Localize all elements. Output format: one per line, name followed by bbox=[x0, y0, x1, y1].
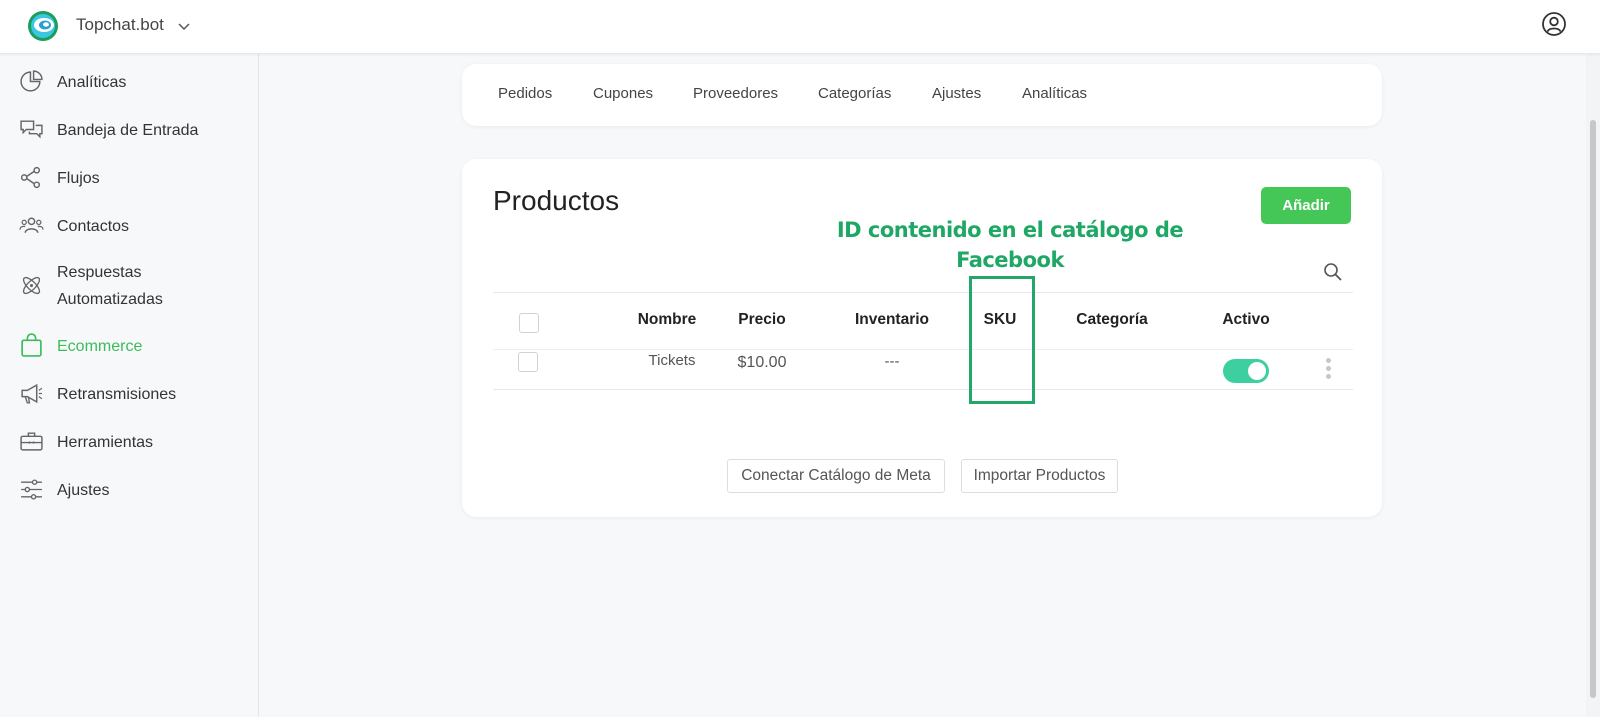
sidebar-item-retransmisiones[interactable]: Retransmisiones bbox=[0, 380, 258, 410]
sidebar-item-label: Herramientas bbox=[57, 434, 154, 451]
chat-bubbles-icon bbox=[20, 120, 43, 139]
sidebar-item-flujos[interactable]: Flujos bbox=[0, 164, 258, 194]
products-card: Productos Añadir Nombre Precio Inventari… bbox=[462, 159, 1382, 517]
annotation-highlight-box bbox=[969, 276, 1035, 404]
table-divider bbox=[493, 292, 1353, 293]
chevron-down-icon[interactable] bbox=[176, 18, 192, 34]
sliders-icon bbox=[21, 479, 42, 500]
table-row-divider bbox=[493, 389, 1353, 390]
cell-precio: $10.00 bbox=[737, 354, 787, 371]
connect-meta-catalog-button[interactable]: Conectar Catálogo de Meta bbox=[727, 459, 945, 493]
sidebar: Analíticas Bandeja de Entrada Flujos Con… bbox=[0, 54, 259, 717]
sidebar-item-label: Flujos bbox=[57, 170, 100, 187]
sidebar-item-ecommerce[interactable]: Ecommerce bbox=[0, 332, 258, 362]
page-title: Productos bbox=[493, 185, 620, 216]
pie-chart-icon bbox=[20, 70, 43, 92]
tab-categorias[interactable]: Categorías bbox=[818, 85, 891, 102]
row-checkbox[interactable] bbox=[518, 352, 538, 372]
tab-analiticas[interactable]: Analíticas bbox=[1022, 85, 1087, 102]
sidebar-item-contactos[interactable]: Contactos bbox=[0, 212, 258, 242]
sidebar-item-label-line2: Automatizadas bbox=[57, 291, 163, 308]
more-options-icon[interactable] bbox=[1324, 358, 1332, 382]
search-icon[interactable] bbox=[1323, 262, 1343, 282]
ecommerce-tabs: Pedidos Cupones Proveedores Categorías A… bbox=[462, 64, 1382, 126]
annotation-text: ID contenido en el catálogo de Facebook bbox=[820, 215, 1200, 275]
annotation-line-1: ID contenido en el catálogo de bbox=[836, 218, 1184, 242]
contacts-icon bbox=[19, 217, 44, 233]
sidebar-item-label: Ecommerce bbox=[57, 338, 143, 355]
select-all-checkbox[interactable] bbox=[519, 313, 539, 333]
sidebar-item-respuestas-automatizadas[interactable]: Respuestas Automatizadas bbox=[0, 259, 258, 315]
topchat-logo-icon[interactable] bbox=[27, 10, 59, 42]
column-header-categoria[interactable]: Categoría bbox=[1047, 311, 1177, 329]
cell-inventario: --- bbox=[884, 353, 900, 370]
toolbox-icon bbox=[20, 432, 43, 451]
sidebar-item-label: Respuestas bbox=[57, 264, 142, 281]
annotation-line-2: Facebook bbox=[956, 248, 1064, 272]
sidebar-item-herramientas[interactable]: Herramientas bbox=[0, 428, 258, 458]
flow-nodes-icon bbox=[20, 166, 41, 189]
active-toggle[interactable] bbox=[1223, 359, 1269, 383]
scrollbar-thumb[interactable] bbox=[1590, 120, 1596, 698]
shopping-bag-icon bbox=[21, 333, 42, 357]
tab-pedidos[interactable]: Pedidos bbox=[498, 85, 552, 102]
user-circle-icon[interactable] bbox=[1541, 11, 1567, 37]
sidebar-item-label: Retransmisiones bbox=[57, 386, 177, 403]
sidebar-item-label: Ajustes bbox=[57, 482, 110, 499]
brand-name[interactable]: Topchat.bot bbox=[76, 15, 164, 35]
sidebar-item-ajustes[interactable]: Ajustes bbox=[0, 476, 258, 506]
add-product-button[interactable]: Añadir bbox=[1261, 187, 1351, 224]
column-header-inventario[interactable]: Inventario bbox=[822, 311, 962, 329]
tab-ajustes[interactable]: Ajustes bbox=[932, 85, 981, 102]
tab-proveedores[interactable]: Proveedores bbox=[693, 85, 778, 102]
import-products-button[interactable]: Importar Productos bbox=[961, 459, 1118, 493]
tab-cupones[interactable]: Cupones bbox=[593, 85, 653, 102]
top-bar: Topchat.bot bbox=[0, 0, 1600, 54]
atom-icon bbox=[22, 276, 41, 295]
sidebar-item-label: Bandeja de Entrada bbox=[57, 122, 199, 139]
sidebar-item-label: Contactos bbox=[57, 218, 130, 235]
sidebar-item-analiticas[interactable]: Analíticas bbox=[0, 68, 258, 98]
sidebar-item-bandeja[interactable]: Bandeja de Entrada bbox=[0, 116, 258, 146]
megaphone-icon bbox=[21, 383, 43, 404]
table-header-divider bbox=[493, 349, 1353, 350]
column-header-precio[interactable]: Precio bbox=[712, 311, 812, 329]
sidebar-item-label: Analíticas bbox=[57, 74, 127, 91]
column-header-activo[interactable]: Activo bbox=[1191, 311, 1301, 329]
toggle-knob bbox=[1248, 362, 1266, 380]
